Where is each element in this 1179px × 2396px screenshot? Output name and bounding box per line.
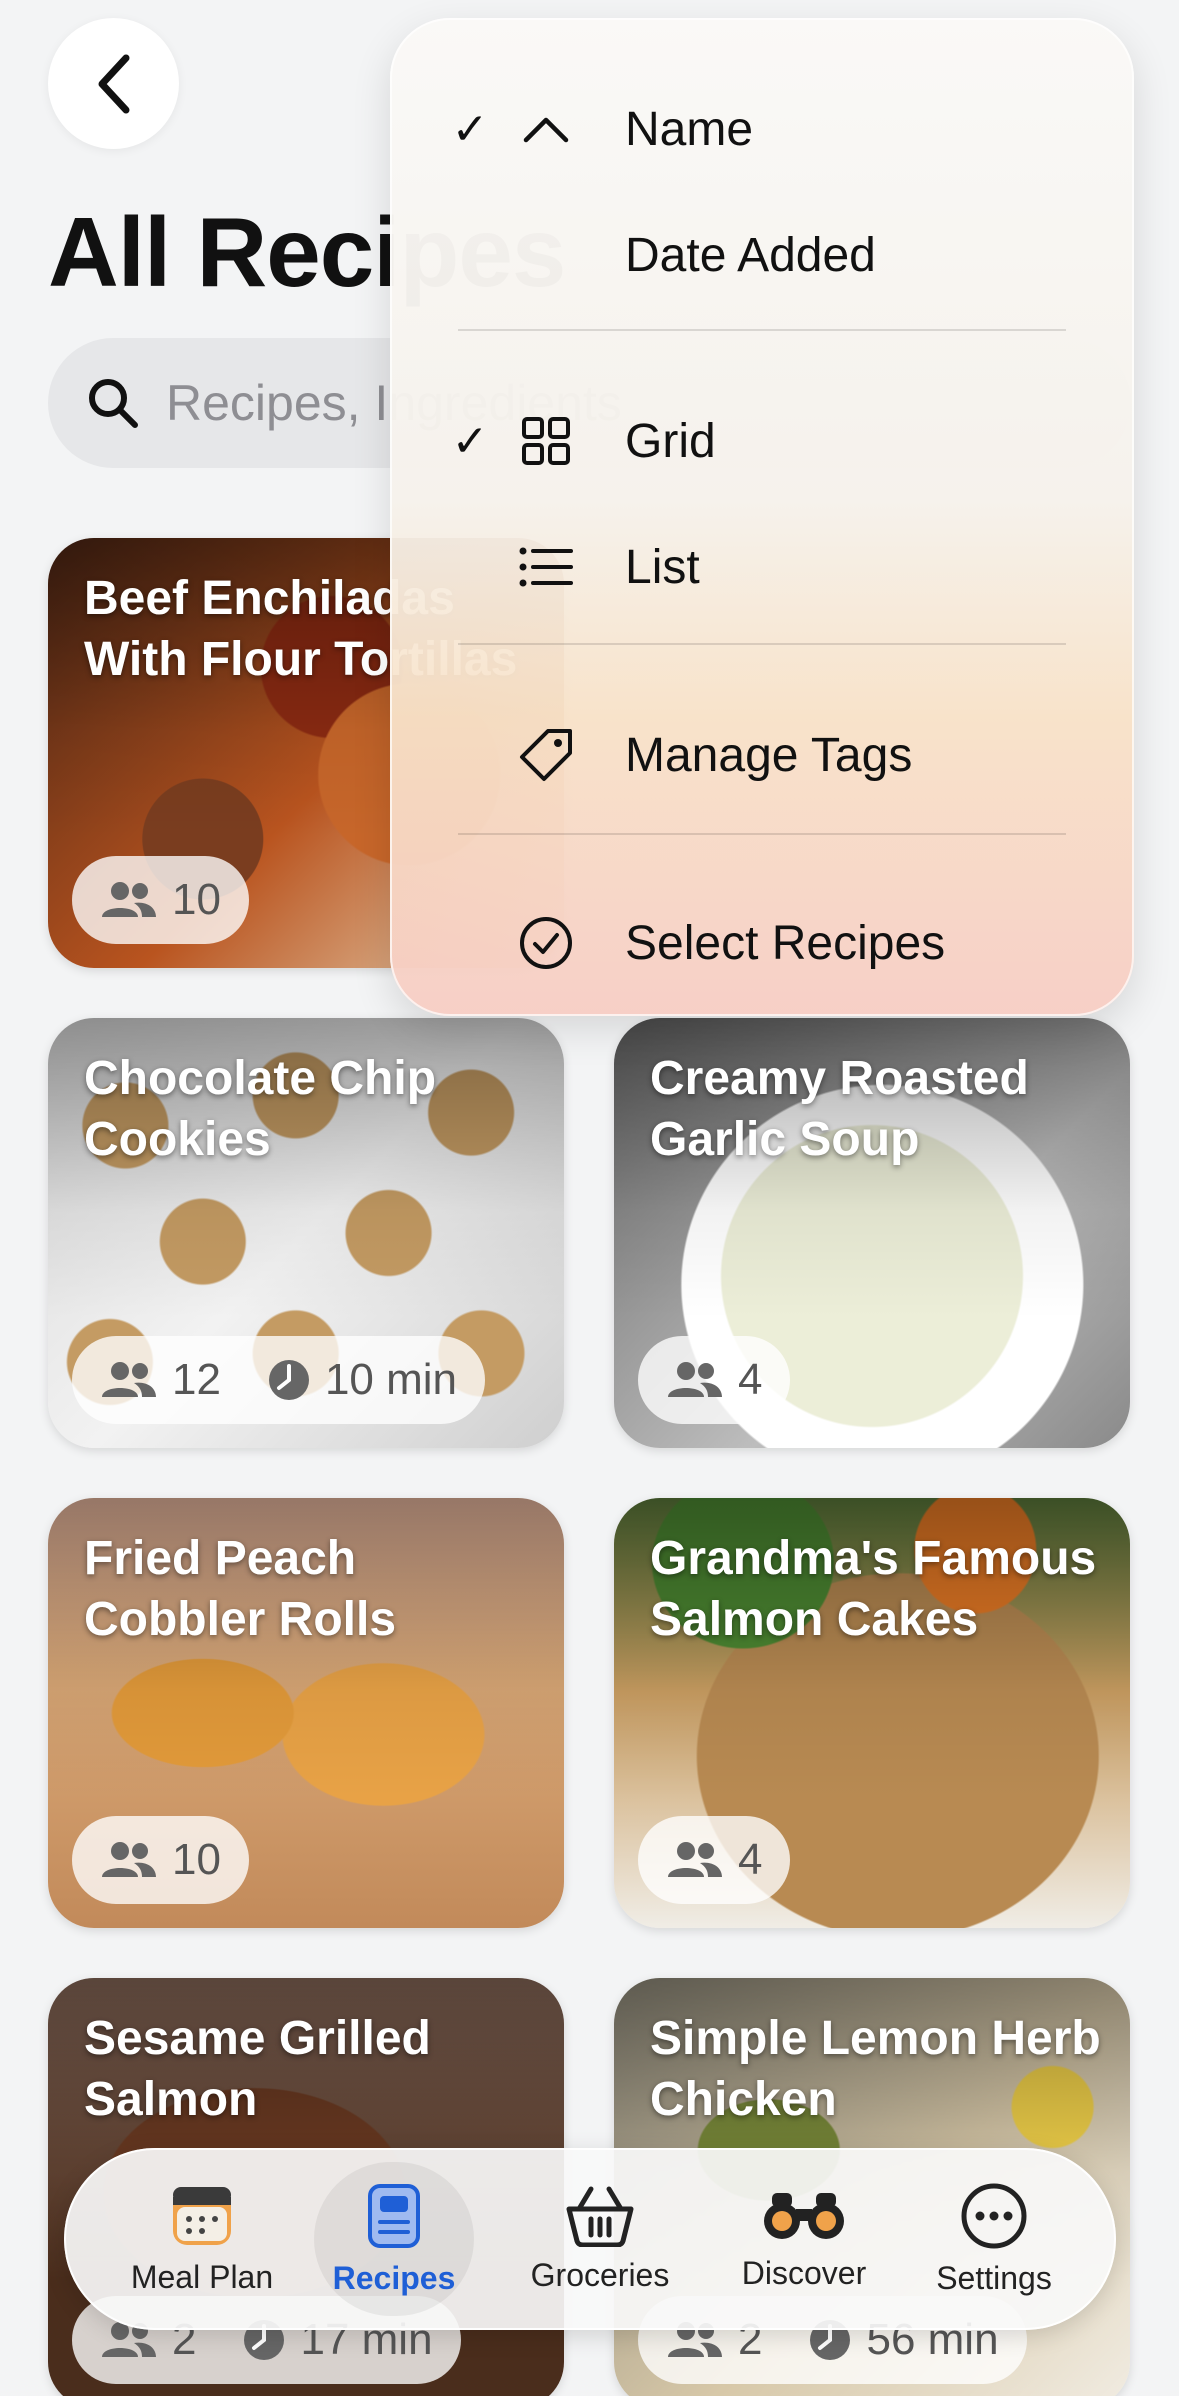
- grid-icon: [518, 413, 574, 469]
- tab-bar: Meal Plan Recipes Groceries Discover Set…: [64, 2148, 1116, 2330]
- tab-label: Discover: [741, 2254, 867, 2291]
- recipe-meta-badge: 10: [72, 1816, 249, 1904]
- tab-label: Groceries: [530, 2256, 670, 2293]
- recipe-title: Grandma's Famous Salmon Cakes: [650, 1532, 1097, 1646]
- search-icon: [89, 379, 138, 428]
- recipe-card[interactable]: Creamy Roasted Garlic Soup 4: [614, 1018, 1130, 1448]
- binoculars-icon: [764, 2192, 844, 2239]
- recipes-icon: [368, 2183, 420, 2248]
- recipe-title: Sesame Grilled Salmon: [84, 2012, 431, 2126]
- people-icon: [102, 882, 156, 917]
- chevron-left-icon: [98, 54, 129, 113]
- menu-item-label: Name: [625, 102, 754, 156]
- people-icon: [668, 1842, 722, 1877]
- people-icon: [102, 1362, 156, 1397]
- recipe-meta-badge: 12 10 min: [72, 1336, 486, 1424]
- checkmark-circle-icon: [518, 915, 574, 971]
- people-icon: [668, 1362, 722, 1397]
- menu-item-sort-date-added[interactable]: Date Added: [390, 192, 1134, 318]
- cook-time: 10 min: [324, 1355, 458, 1404]
- menu-divider: [458, 833, 1066, 835]
- menu-item-label: Grid: [625, 414, 716, 468]
- recipe-card[interactable]: Chocolate Chip Cookies 12 10 min: [48, 1018, 564, 1448]
- people-icon: [102, 1842, 156, 1877]
- servings-count: 12: [172, 1355, 221, 1404]
- tab-meal-plan[interactable]: Meal Plan: [122, 2148, 282, 2330]
- menu-item-label: Date Added: [625, 228, 876, 282]
- chevron-up-icon: [518, 101, 574, 157]
- ellipsis-icon: [961, 2183, 1027, 2248]
- menu-item-select-recipes[interactable]: Select Recipes: [390, 880, 1134, 1006]
- menu-item-view-grid[interactable]: ✓ Grid: [390, 378, 1134, 504]
- recipe-meta-badge: 4: [638, 1816, 791, 1904]
- recipe-meta-badge: 4: [638, 1336, 791, 1424]
- meal-plan-icon: [173, 2186, 231, 2245]
- recipe-card[interactable]: Fried Peach Cobbler Rolls 10: [48, 1498, 564, 1928]
- tag-icon: [518, 727, 574, 783]
- servings-count: 10: [172, 1835, 221, 1884]
- menu-item-sort-name[interactable]: ✓ Name: [390, 66, 1134, 192]
- options-menu: ✓ Name Date Added ✓ Grid List Manage Tag…: [390, 18, 1134, 1016]
- recipe-title: Simple Lemon Herb Chicken: [650, 2012, 1101, 2126]
- tab-groceries[interactable]: Groceries: [520, 2148, 680, 2330]
- menu-item-label: Manage Tags: [625, 728, 913, 782]
- list-icon: [518, 539, 574, 595]
- menu-item-label: List: [625, 540, 700, 594]
- tab-settings[interactable]: Settings: [924, 2148, 1064, 2330]
- checkmark-icon: ✓: [451, 416, 489, 466]
- recipe-title: Creamy Roasted Garlic Soup: [650, 1052, 1029, 1166]
- servings-count: 4: [738, 1355, 763, 1404]
- back-button[interactable]: [48, 18, 179, 149]
- recipe-title: Fried Peach Cobbler Rolls: [84, 1532, 397, 1646]
- recipe-title: Chocolate Chip Cookies: [84, 1052, 437, 1166]
- tab-label: Meal Plan: [130, 2258, 274, 2295]
- checkmark-icon: ✓: [451, 104, 489, 154]
- recipe-card[interactable]: Grandma's Famous Salmon Cakes 4: [614, 1498, 1130, 1928]
- menu-item-manage-tags[interactable]: Manage Tags: [390, 692, 1134, 818]
- menu-item-label: Select Recipes: [625, 916, 946, 970]
- servings-count: 10: [172, 875, 221, 924]
- recipe-meta-badge: 10: [72, 856, 249, 944]
- servings-count: 4: [738, 1835, 763, 1884]
- tab-label: Recipes: [332, 2259, 456, 2296]
- clock-icon: [268, 1360, 309, 1400]
- tab-discover[interactable]: Discover: [724, 2148, 884, 2330]
- menu-item-view-list[interactable]: List: [390, 504, 1134, 630]
- menu-divider: [458, 329, 1066, 331]
- tab-label: Settings: [936, 2259, 1052, 2296]
- menu-divider: [458, 643, 1066, 645]
- tab-recipes[interactable]: Recipes: [314, 2148, 474, 2330]
- basket-icon: [566, 2186, 634, 2247]
